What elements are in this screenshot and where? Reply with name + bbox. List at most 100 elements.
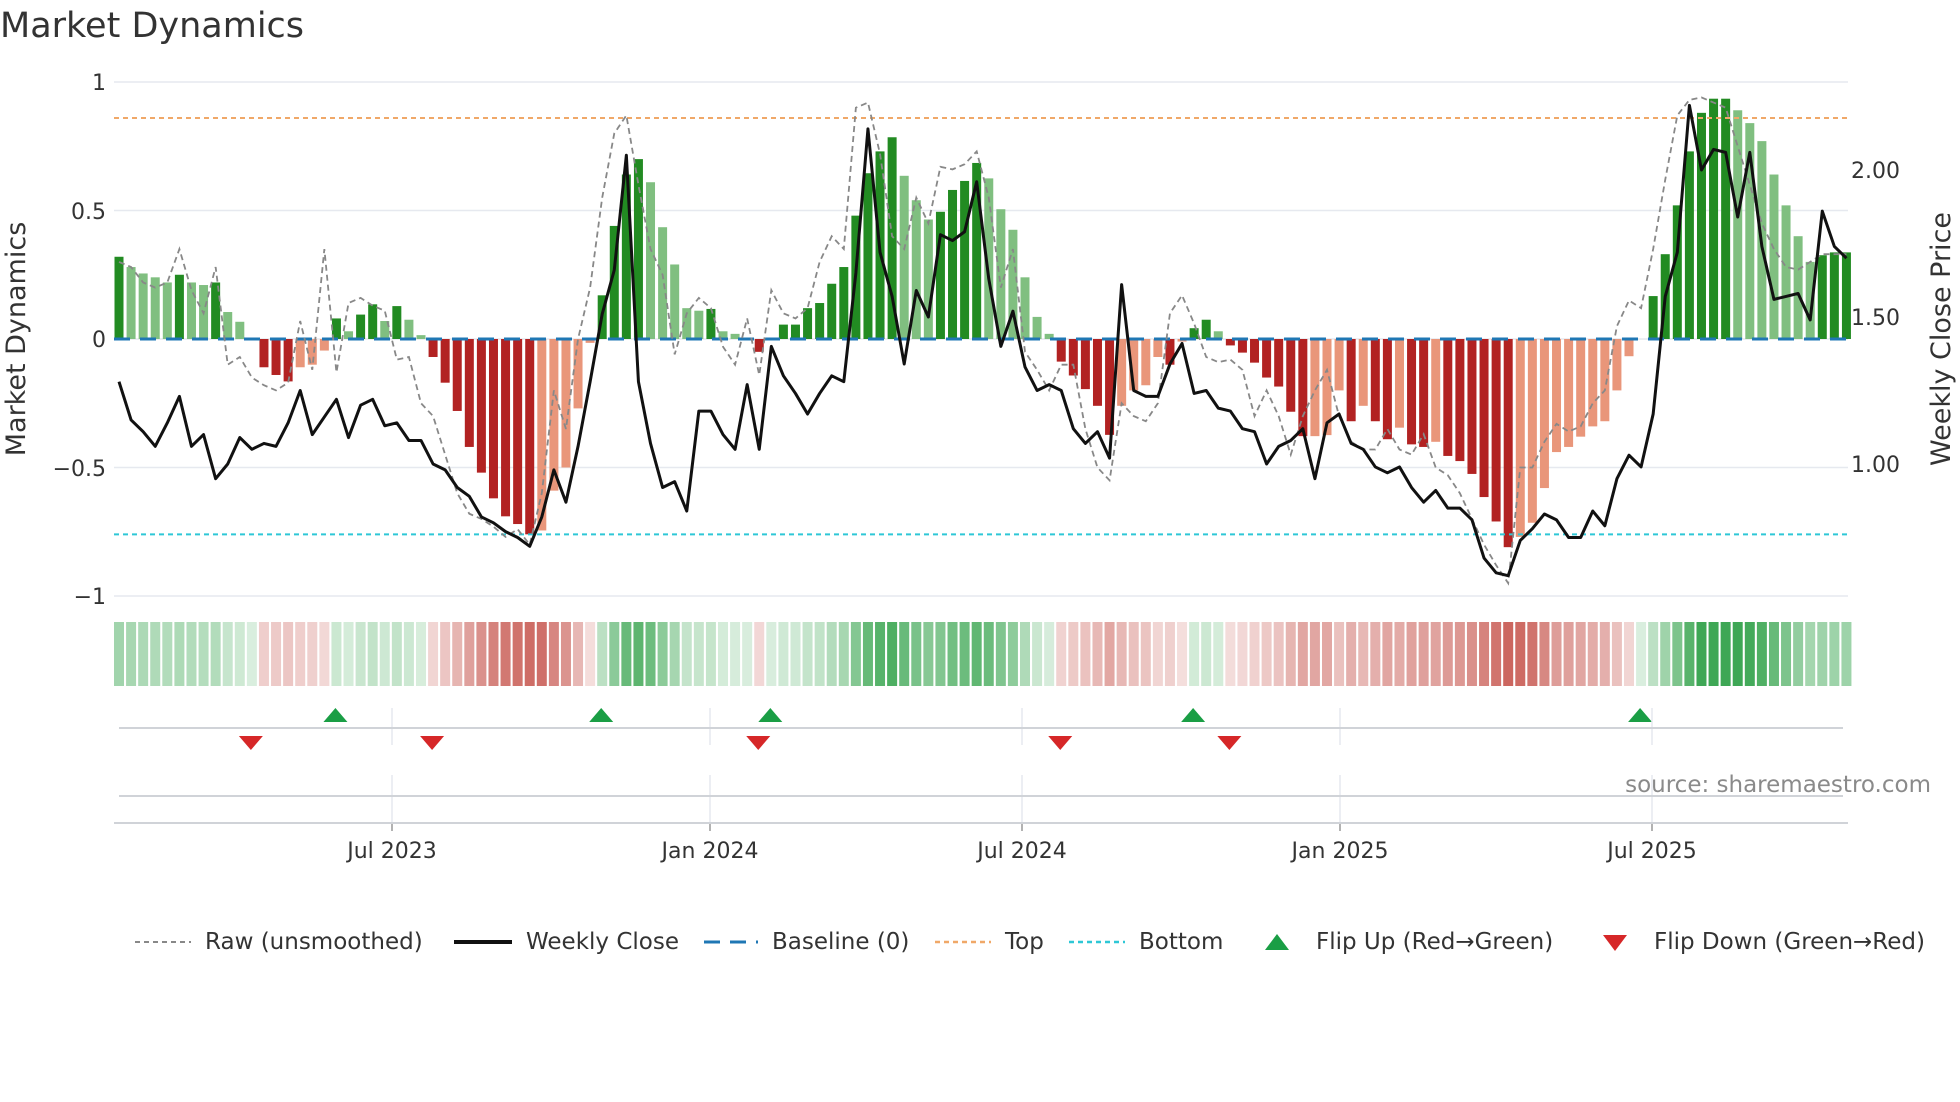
dynamics-bar (476, 339, 486, 473)
heat-strip-cell (1805, 622, 1816, 686)
heat-strip-cell (1539, 622, 1550, 686)
heat-strip-cell (826, 622, 837, 686)
heat-strip-cell (1672, 622, 1683, 686)
dynamics-bar (948, 189, 958, 339)
dynamics-bar (488, 339, 498, 499)
legend-item-bottom: Bottom (1069, 922, 1223, 962)
heat-strip-cell (1466, 622, 1477, 686)
dynamics-bar (1346, 339, 1356, 422)
heat-strip-cell (705, 622, 716, 686)
heat-strip-cell (222, 622, 233, 686)
dynamics-bar (1237, 339, 1247, 353)
heat-strip-cell (536, 622, 547, 686)
legend-label: Baseline (0) (772, 929, 910, 955)
dynamics-bar (1721, 98, 1731, 339)
heat-strip-cell (150, 622, 161, 686)
heat-strip-cell (464, 622, 475, 686)
dynamics-bar (1600, 339, 1610, 422)
heat-strip-cell (1648, 622, 1659, 686)
heat-strip-cell (355, 622, 366, 686)
heat-strip-cell (1213, 622, 1224, 686)
dynamics-bar (573, 339, 583, 409)
heat-strip-cell (1128, 622, 1139, 686)
x-tick-label: Jan 2025 (1290, 839, 1389, 864)
heat-strip-cell (1032, 622, 1043, 686)
dynamics-bar (1479, 339, 1489, 498)
dynamics-bar (778, 324, 788, 339)
heat-strip-cell (1225, 622, 1236, 686)
dynamics-bar (259, 339, 269, 368)
legend-item-flip-down: Flip Down (Green→Red) (1602, 922, 1925, 962)
flip-down-marker (746, 736, 771, 750)
dynamics-bar (525, 339, 535, 535)
dynamics-bar (1382, 339, 1392, 440)
dynamics-bar (1201, 319, 1211, 339)
dynamics-bar (1431, 339, 1441, 442)
dynamics-bar (368, 304, 378, 339)
heat-strip-cell (560, 622, 571, 686)
heat-strip-cell (838, 622, 849, 686)
heat-strip-cell (114, 622, 124, 686)
dynamics-bar (1503, 339, 1513, 548)
dynamics-bar (356, 314, 366, 339)
dynamics-bar (114, 256, 124, 339)
heat-strip-cell (1575, 622, 1586, 686)
heat-strip-cell (476, 622, 487, 686)
legend-item-flip-up: Flip Up (Red→Green) (1264, 922, 1553, 962)
dynamics-bar (863, 173, 873, 339)
heat-strip-cell (1322, 622, 1332, 686)
heat-strip-cell (790, 622, 801, 686)
heat-strip-cell (234, 622, 245, 686)
legend-label: Flip Up (Red→Green) (1316, 929, 1554, 955)
dynamics-bar (464, 339, 474, 447)
dynamics-bar (1624, 339, 1634, 357)
heat-strip-cell (597, 622, 608, 686)
heat-strip-cell (778, 622, 789, 686)
heat-strip-cell (1720, 622, 1731, 686)
dynamics-bar (1068, 339, 1078, 376)
heat-strip-cell (1237, 622, 1248, 686)
heat-strip-cell (343, 622, 354, 686)
heat-strip-cell (1189, 622, 1200, 686)
heat-strip-cell (1491, 622, 1502, 686)
dynamics-bar (392, 306, 402, 339)
heat-strip-cell (258, 622, 269, 686)
x-tick-label: Jul 2023 (345, 839, 437, 864)
dynamics-bar (1358, 339, 1368, 406)
heat-strip-cell (1177, 622, 1188, 686)
heat-strip-cell (1563, 622, 1574, 686)
dynamics-bar (271, 339, 281, 375)
heat-strip-cell (1756, 622, 1767, 686)
heat-strip-cell (875, 622, 886, 686)
heat-strip-cell (1708, 622, 1719, 686)
heat-strip-cell (246, 622, 257, 686)
heat-strip-cell (633, 622, 644, 686)
heat-strip-cell (718, 622, 728, 686)
heat-strip-cell (1454, 622, 1465, 686)
dynamics-bar (694, 310, 704, 339)
flip-down-marker (238, 736, 263, 750)
heat-strip-cell (1479, 622, 1490, 686)
heat-strip-cell (1201, 622, 1212, 686)
heat-strip-cell (138, 622, 149, 686)
dynamics-bar (223, 312, 233, 339)
heat-strip-cell (742, 622, 753, 686)
dynamics-bar (1781, 205, 1791, 339)
triangle-down-icon (1603, 935, 1627, 951)
dynamics-bar (295, 339, 305, 368)
y-right-tick-label: 1.00 (1851, 453, 1900, 478)
legend-label: Flip Down (Green→Red) (1654, 929, 1925, 955)
heat-strip-cell (271, 622, 282, 686)
dynamics-bar (416, 335, 426, 339)
heat-strip-cell (1020, 622, 1030, 686)
heat-strip-cell (186, 622, 197, 686)
heat-strip-cell (1418, 622, 1429, 686)
heat-strip-cell (1140, 622, 1151, 686)
dynamics-bar (1793, 236, 1803, 339)
heat-strip-cell (1599, 622, 1610, 686)
legend-label: Top (1005, 929, 1044, 955)
y-right-axis-label: Weekly Close Price (1926, 212, 1957, 466)
dynamics-bar (235, 321, 245, 339)
dynamics-bars (114, 98, 1851, 548)
heat-strip-cell (210, 622, 221, 686)
